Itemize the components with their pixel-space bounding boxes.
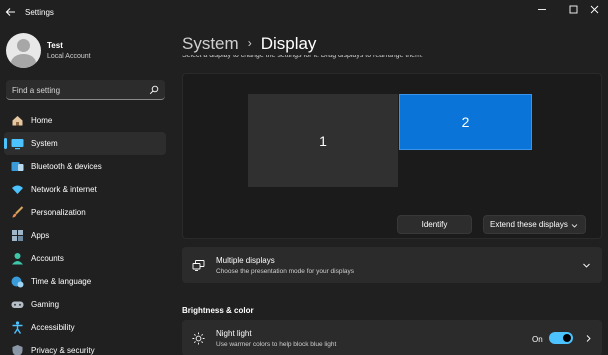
toggle-knob	[563, 334, 571, 342]
display-arrangement-hint: Select a display to change the settings …	[182, 55, 423, 59]
monitor-1[interactable]: 1	[248, 94, 398, 187]
profile-account-type: Local Account	[47, 53, 91, 60]
chevron-down-icon[interactable]	[582, 261, 591, 270]
search-icon[interactable]	[149, 85, 159, 95]
night-light-toggle[interactable]	[549, 332, 573, 344]
brightness-color-heading: Brightness & color	[182, 306, 254, 315]
wifi-icon	[12, 185, 23, 194]
page-title: Display	[260, 34, 317, 53]
multiple-displays-title: Multiple displays	[216, 256, 275, 265]
identify-button[interactable]: Identify	[397, 215, 472, 234]
sidebar-item-label: Privacy & security	[31, 346, 95, 355]
sidebar-item-label: Bluetooth & devices	[31, 162, 102, 171]
accessibility-icon	[12, 321, 23, 334]
home-icon	[12, 116, 23, 126]
sidebar-item-bluetooth[interactable]: Bluetooth & devices	[4, 155, 166, 178]
title-bar: Settings	[0, 0, 608, 28]
sidebar-item-accounts[interactable]: Accounts	[4, 247, 166, 270]
night-light-title: Night light	[216, 329, 252, 338]
search-input[interactable]: Find a setting	[6, 80, 165, 100]
sidebar-item-time-language[interactable]: Time & language	[4, 270, 166, 293]
sidebar-item-label: Gaming	[31, 300, 60, 309]
sidebar-item-apps[interactable]: Apps	[4, 224, 166, 247]
multiple-displays-card[interactable]: Multiple displays Choose the presentatio…	[182, 247, 602, 283]
system-icon	[11, 139, 24, 150]
sidebar-item-gaming[interactable]: Gaming	[4, 293, 166, 316]
avatar	[6, 33, 41, 68]
sidebar-item-privacy[interactable]: Privacy & security	[4, 339, 166, 355]
sidebar-nav: Home System Bluetooth & devices Network …	[4, 109, 166, 355]
back-arrow-icon[interactable]	[2, 3, 20, 21]
breadcrumb-root[interactable]: System	[182, 34, 239, 53]
bluetooth-icon	[11, 162, 24, 171]
sidebar-item-label: Home	[31, 116, 53, 125]
sidebar-item-label: Network & internet	[31, 185, 97, 194]
identify-label: Identify	[421, 220, 448, 229]
apps-icon	[12, 230, 23, 241]
breadcrumb-separator: ›	[247, 36, 252, 50]
user-profile[interactable]: Test Local Account	[6, 33, 166, 73]
brush-icon	[12, 206, 24, 218]
sidebar-item-label: Apps	[31, 231, 50, 240]
sun-icon	[192, 332, 205, 345]
shield-icon	[12, 345, 23, 355]
sidebar-item-network[interactable]: Network & internet	[4, 178, 166, 201]
sidebar-item-label: Accounts	[31, 254, 64, 263]
sidebar: Test Local Account Find a setting Home S…	[0, 28, 174, 355]
monitor-number: 2	[461, 114, 470, 130]
sidebar-item-personalization[interactable]: Personalization	[4, 201, 166, 224]
chevron-down-icon	[571, 224, 578, 228]
sidebar-item-label: Personalization	[31, 208, 86, 217]
chevron-right-icon[interactable]	[584, 334, 593, 343]
search-placeholder: Find a setting	[12, 86, 61, 95]
person-icon	[12, 253, 23, 265]
night-light-card[interactable]: Night light Use warmer colors to help bl…	[182, 320, 602, 355]
display-mode-value: Extend these displays	[490, 220, 568, 229]
display-arrangement-panel: 1 2 Identify Extend these displays	[182, 73, 602, 239]
sidebar-item-label: System	[31, 139, 58, 148]
sidebar-item-home[interactable]: Home	[4, 109, 166, 132]
breadcrumb: System › Display	[182, 34, 316, 54]
main-content: System › Display Select a display to chang…	[174, 28, 608, 355]
display-mode-dropdown[interactable]: Extend these displays	[483, 215, 586, 234]
night-light-state: On	[532, 335, 543, 344]
multiple-displays-icon	[192, 260, 205, 271]
profile-name: Test	[47, 41, 63, 50]
minimize-icon[interactable]	[528, 0, 556, 20]
sidebar-item-label: Time & language	[31, 277, 92, 286]
monitor-2[interactable]: 2	[399, 94, 532, 150]
close-icon[interactable]	[580, 0, 608, 20]
gamepad-icon	[11, 301, 24, 308]
monitor-number: 1	[319, 132, 327, 149]
sidebar-item-label: Accessibility	[31, 323, 75, 332]
sidebar-item-accessibility[interactable]: Accessibility	[4, 316, 166, 339]
app-title: Settings	[25, 8, 54, 17]
sidebar-item-system[interactable]: System	[4, 132, 166, 155]
multiple-displays-subtitle: Choose the presentation mode for your di…	[216, 268, 355, 275]
night-light-subtitle: Use warmer colors to help block blue lig…	[216, 341, 337, 348]
globe-clock-icon	[11, 276, 24, 288]
